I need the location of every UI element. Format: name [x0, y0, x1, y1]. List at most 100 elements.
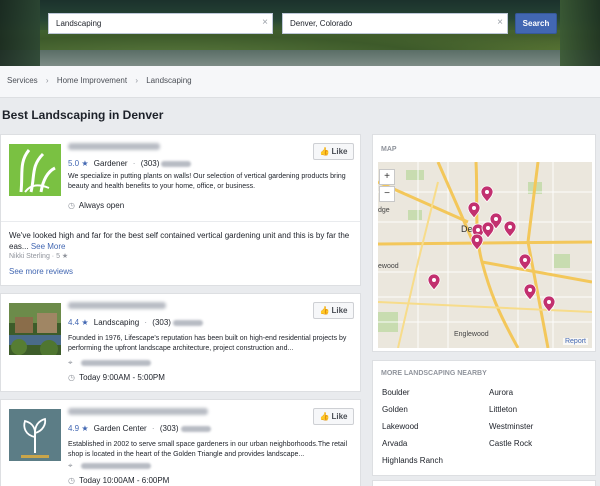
- location-pin-icon: ⌖: [68, 461, 73, 470]
- clock-icon: ◷: [68, 373, 75, 382]
- like-button[interactable]: 👍 Like: [313, 143, 354, 160]
- nearby-city-link[interactable]: Westminster: [489, 422, 533, 431]
- like-button[interactable]: 👍 Like: [313, 408, 354, 425]
- business-description: Founded in 1976, Lifescape's reputation …: [68, 335, 347, 352]
- next-card: [372, 480, 596, 486]
- business-category: Gardener: [93, 159, 128, 168]
- hours-text: Today 9:00AM - 5:00PM: [79, 373, 165, 382]
- thumbs-up-icon: 👍: [319, 147, 330, 156]
- nearby-city-link[interactable]: Boulder: [382, 388, 410, 397]
- map-report-link[interactable]: Report: [562, 338, 588, 345]
- listing-card: 4.4 ★ Landscaping · (303) Founded in 197…: [0, 293, 361, 392]
- map-pin-dot: [494, 217, 498, 221]
- address-text[interactable]: [81, 462, 152, 469]
- map-pin-dot: [528, 288, 532, 292]
- vertical-garden-logo: [9, 144, 61, 196]
- map-pin-dot: [472, 206, 476, 210]
- clock-icon: ◷: [68, 201, 75, 210]
- business-name[interactable]: [68, 302, 166, 309]
- map-pin-dot: [476, 228, 480, 232]
- business-name[interactable]: [68, 408, 208, 415]
- see-more-reviews-link[interactable]: See more reviews: [9, 267, 73, 276]
- phone-prefix: (303): [152, 318, 171, 327]
- business-logo[interactable]: [9, 144, 61, 196]
- see-more-link[interactable]: See More: [31, 242, 66, 251]
- breadcrumb-landscaping[interactable]: Landscaping: [146, 76, 191, 85]
- business-description: Established in 2002 to serve small space…: [68, 441, 348, 458]
- nearby-city-link[interactable]: Highlands Ranch: [382, 456, 443, 465]
- nearby-city-link[interactable]: Aurora: [489, 388, 513, 397]
- phone-number: [180, 425, 211, 432]
- map-pin-dot: [432, 278, 436, 282]
- phone-prefix: (303): [159, 424, 179, 433]
- business-description: We specialize in putting plants on walls…: [68, 173, 346, 190]
- map-canvas: Denver ewood Englewood dge: [378, 162, 592, 348]
- business-category: Landscaping: [93, 318, 140, 327]
- breadcrumb: Services › Home Improvement › Landscapin…: [0, 66, 600, 98]
- clear-icon[interactable]: ×: [497, 18, 503, 28]
- map-pin-dot: [508, 225, 512, 229]
- rating-value: 4.9: [68, 424, 80, 433]
- clear-icon[interactable]: ×: [262, 18, 268, 28]
- address-row: ⌖: [68, 358, 152, 368]
- hours-row: ◷ Always open: [68, 201, 124, 210]
- nearby-city-link[interactable]: Arvada: [382, 439, 407, 448]
- chevron-right-icon: ›: [45, 76, 49, 85]
- business-category: Garden Center: [93, 424, 147, 433]
- search-where-input[interactable]: Denver, Colorado ×: [282, 13, 508, 34]
- nearby-city-link[interactable]: Littleton: [489, 405, 517, 414]
- business-photo[interactable]: [9, 303, 61, 355]
- breadcrumb-services[interactable]: Services: [7, 76, 38, 85]
- nearby-card: MORE LANDSCAPING NEARBY Boulder Aurora G…: [372, 360, 596, 476]
- zoom-in-button[interactable]: +: [379, 169, 395, 185]
- address-text[interactable]: [81, 359, 152, 366]
- phone-number: [161, 160, 192, 167]
- like-button[interactable]: 👍 Like: [313, 302, 354, 319]
- search-button[interactable]: Search: [515, 13, 557, 34]
- business-meta: 5.0 ★ Gardener · (303): [68, 159, 192, 168]
- review-stars: 5 ★: [56, 253, 69, 260]
- rating-value: 4.4: [68, 318, 80, 327]
- business-logo[interactable]: [9, 409, 61, 461]
- hero-header: Landscaping × Denver, Colorado × Search: [0, 0, 600, 66]
- review-author[interactable]: Nikki Sterling: [9, 253, 50, 260]
- chevron-right-icon: ›: [135, 76, 138, 85]
- map-view[interactable]: Denver ewood Englewood dge + − Report: [378, 162, 592, 348]
- hours-text: Today 10:00AM - 6:00PM: [79, 476, 170, 485]
- nearby-city-link[interactable]: Lakewood: [382, 422, 418, 431]
- star-icon: ★: [81, 424, 89, 433]
- garden-center-logo: [9, 409, 61, 461]
- business-meta: 4.9 ★ Garden Center · (303): [68, 424, 211, 433]
- search-what-value: Landscaping: [56, 19, 102, 28]
- location-pin-icon: ⌖: [68, 358, 73, 367]
- search-where-value: Denver, Colorado: [290, 19, 353, 28]
- thumbs-up-icon: 👍: [319, 412, 330, 421]
- map-pin-dot: [486, 226, 490, 230]
- map-label-edge: dge: [378, 207, 390, 214]
- map-header: MAP: [381, 146, 397, 153]
- listing-card: 4.9 ★ Garden Center · (303) Established …: [0, 399, 361, 486]
- review-snippet: We've looked high and far for the best s…: [1, 221, 360, 268]
- star-icon: ★: [81, 159, 89, 168]
- map-pin-dot: [523, 258, 527, 262]
- map-card: MAP ewood Englewood dge + − Report: [372, 134, 596, 352]
- breadcrumb-home-improvement[interactable]: Home Improvement: [57, 76, 127, 85]
- nearby-city-link[interactable]: Golden: [382, 405, 408, 414]
- search-what-input[interactable]: Landscaping ×: [48, 13, 273, 34]
- map-label-englewood: Englewood: [454, 331, 489, 338]
- landscape-photo: [9, 303, 61, 355]
- hours-row: ◷ Today 9:00AM - 5:00PM: [68, 373, 165, 382]
- hours-text: Always open: [78, 201, 125, 210]
- rating-value: 5.0: [68, 159, 80, 168]
- phone-number: [172, 319, 203, 326]
- nearby-city-link[interactable]: Castle Rock: [489, 439, 532, 448]
- listing-card: 5.0 ★ Gardener · (303) We specialize in …: [0, 134, 361, 286]
- map-pin-dot: [547, 300, 551, 304]
- map-pin-dot: [475, 238, 479, 242]
- business-name[interactable]: [68, 143, 160, 150]
- hours-row: ◷ Today 10:00AM - 6:00PM: [68, 476, 169, 485]
- star-icon: ★: [81, 318, 89, 327]
- page-title: Best Landscaping in Denver: [2, 108, 164, 122]
- map-pin-dot: [485, 190, 489, 194]
- zoom-out-button[interactable]: −: [379, 186, 395, 202]
